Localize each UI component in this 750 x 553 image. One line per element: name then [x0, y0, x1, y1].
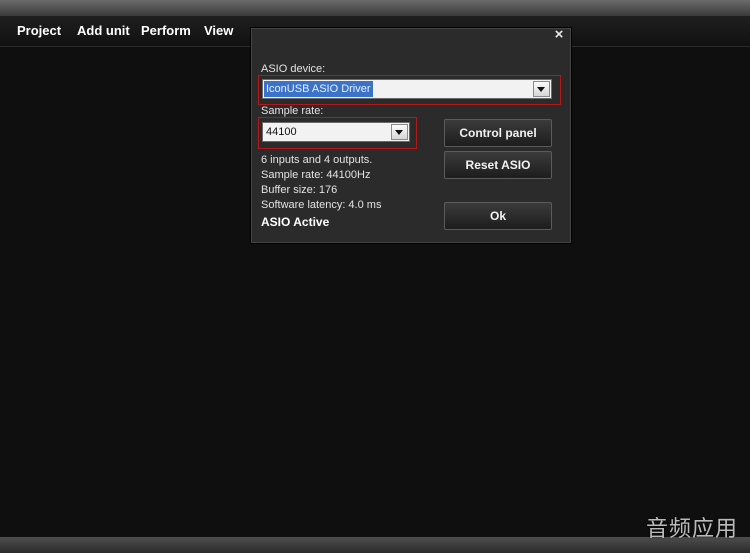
title-bar [0, 0, 750, 16]
sample-rate-label: Sample rate: [261, 105, 324, 117]
ok-button[interactable]: Ok [444, 202, 552, 230]
asio-device-value: IconUSB ASIO Driver [264, 81, 373, 97]
watermark: 音频应用 [645, 517, 738, 542]
reset-asio-button[interactable]: Reset ASIO [444, 151, 552, 179]
menu-view[interactable]: View [204, 23, 233, 38]
asio-settings-dialog: × ASIO device: IconUSB ASIO Driver Sampl… [251, 27, 571, 243]
control-panel-button[interactable]: Control panel [444, 119, 552, 147]
chevron-down-icon[interactable] [391, 124, 408, 140]
menu-project[interactable]: Project [17, 23, 61, 38]
buffer-size-text: Buffer size: 176 [261, 184, 338, 196]
asio-device-select[interactable]: IconUSB ASIO Driver [262, 79, 552, 99]
status-bar [0, 537, 750, 553]
asio-status-text: ASIO Active [261, 215, 330, 229]
sample-rate-value: 44100 [266, 126, 297, 138]
asio-device-label: ASIO device: [261, 63, 326, 75]
sample-rate-text: Sample rate: 44100Hz [261, 169, 371, 181]
latency-text: Software latency: 4.0 ms [261, 199, 382, 211]
asio-info: 6 inputs and 4 outputs. Sample rate: 441… [261, 153, 381, 230]
io-count-text: 6 inputs and 4 outputs. [261, 154, 373, 166]
menu-add-unit[interactable]: Add unit [77, 23, 130, 38]
sample-rate-select[interactable]: 44100 [262, 122, 410, 142]
close-icon[interactable]: × [552, 27, 566, 43]
chevron-down-icon[interactable] [533, 81, 550, 97]
menu-perform[interactable]: Perform [141, 23, 191, 38]
app-window: Project Add unit Perform View × ASIO dev… [0, 0, 750, 553]
